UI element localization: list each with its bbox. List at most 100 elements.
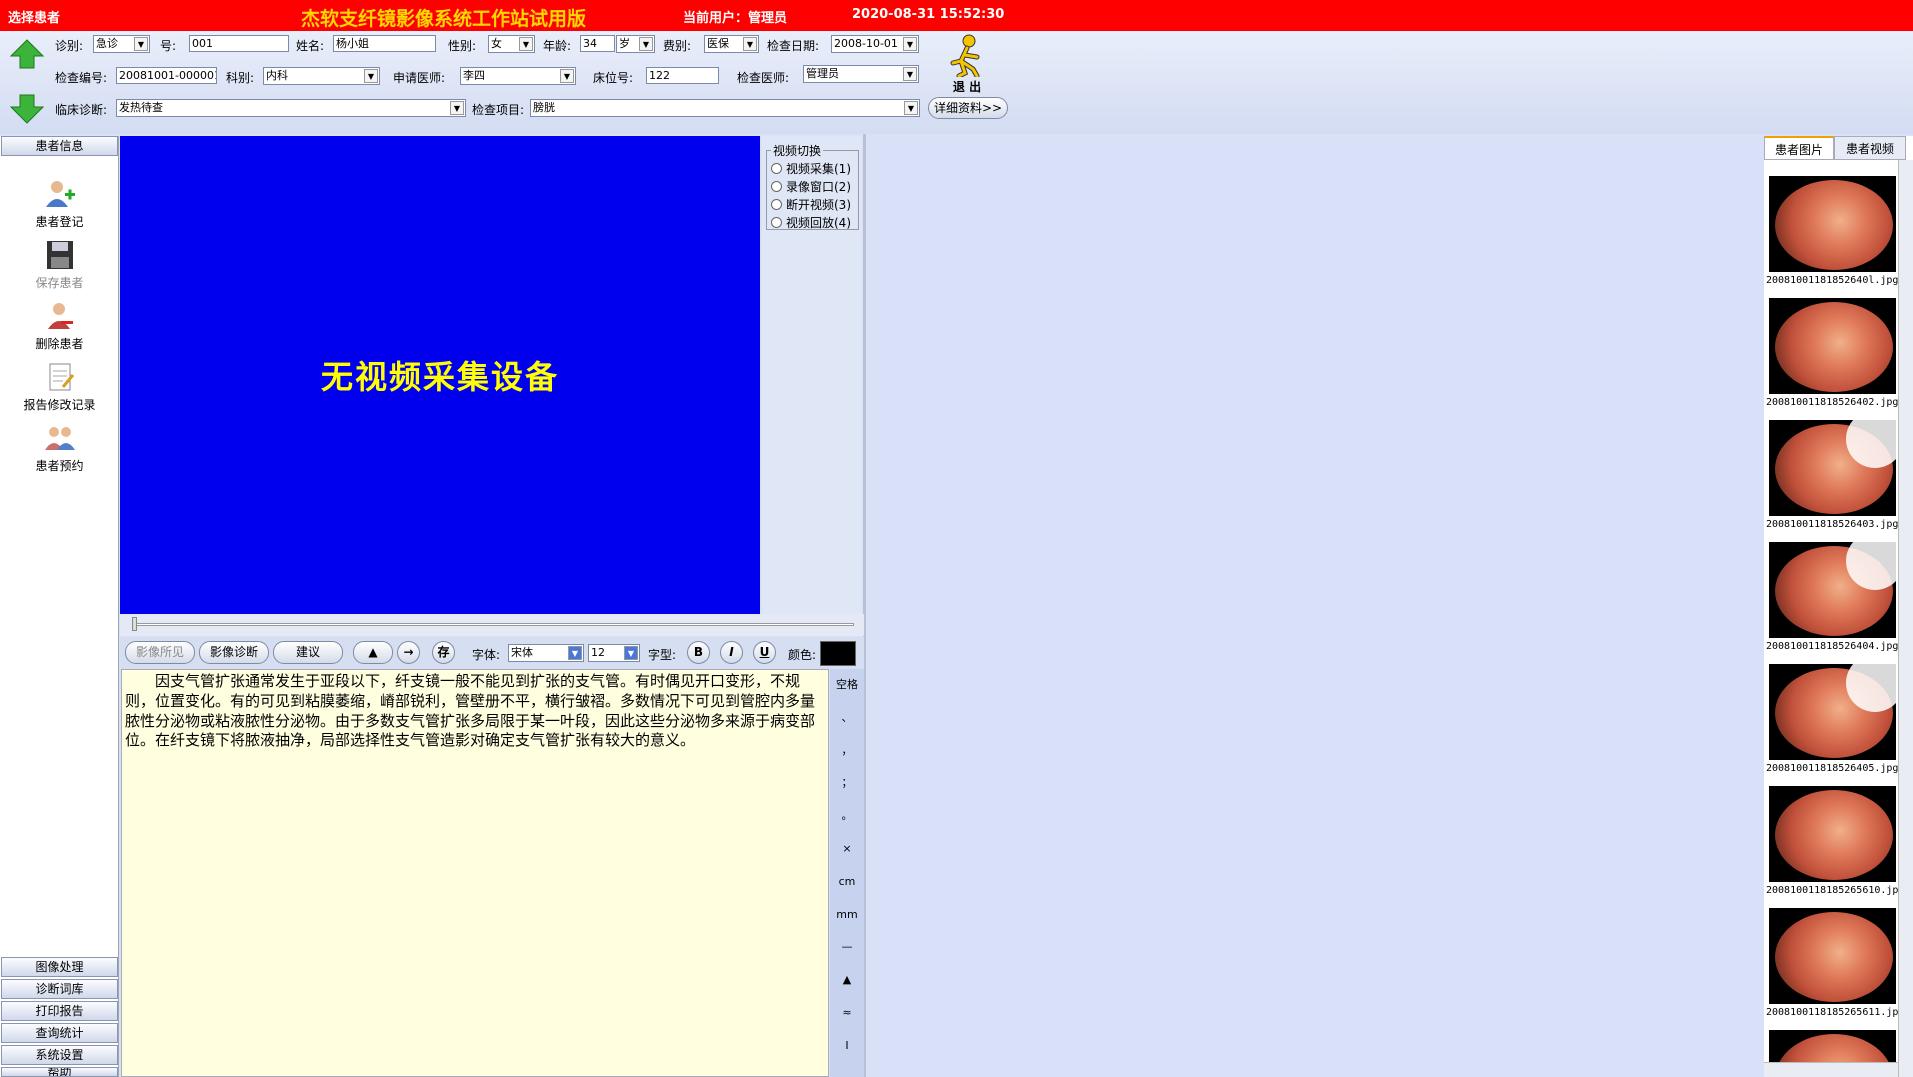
dept-select[interactable]: 内科 ▼ [263,67,380,85]
exam-no-label: 检查编号: [55,71,108,85]
chevron-down-icon: ▼ [134,37,148,51]
thumbnail-filename: 200810011818526402.jpg [1766,397,1899,408]
tab-query-stats[interactable]: 查询统计 [1,1023,118,1043]
gender-select[interactable]: 女 ▼ [488,35,535,53]
video-display: 无视频采集设备 [120,136,760,614]
font-size-select[interactable]: 12 ▼ [588,644,640,662]
endoscope-image [1768,420,1896,516]
symbol-triangle[interactable]: ▲ [830,964,864,997]
tab-print-report[interactable]: 打印报告 [1,1001,118,1021]
image-thumbnail[interactable]: 2008100118185265611.jpg [1766,908,1905,1018]
symbol-period[interactable]: 。 [830,800,864,833]
symbol-times[interactable]: × [830,833,864,866]
datetime: 2020-08-31 15:52:30 [852,7,1005,22]
color-picker[interactable] [820,641,856,666]
symbol-mm[interactable]: mm [830,899,864,932]
fee-select[interactable]: 医保 ▼ [704,35,759,53]
symbol-approx[interactable]: ≈ [830,997,864,1030]
exam-date-select[interactable]: 2008-10-01 ▼ [831,35,919,53]
radio-disconnect-video[interactable]: 断开视频(3) [771,195,854,213]
vertical-scrollbar[interactable] [1898,160,1913,1077]
image-thumbnail[interactable]: 200810011818526403.jpg [1766,420,1898,530]
tab-help[interactable]: 帮助 [1,1067,118,1077]
register-patient-button[interactable]: 患者登记 [0,179,119,230]
visit-type-select[interactable]: 急诊 ▼ [93,35,150,53]
bold-button[interactable]: B [687,641,710,664]
next-button[interactable]: → [397,641,420,664]
down-arrow-icon[interactable] [10,94,44,124]
fee-label: 费别: [663,39,692,53]
save-patient-button[interactable]: 保存患者 [0,240,119,291]
number-field[interactable]: 001 [189,35,289,52]
symbol-dash[interactable]: — [830,931,864,964]
req-doctor-select[interactable]: 李四 ▼ [460,67,576,85]
symbol-pause[interactable]: 、 [830,702,864,735]
age-field[interactable]: 34 [580,35,615,52]
exam-item-label: 检查项目: [472,103,525,117]
exam-item-select[interactable]: 膀胱 ▼ [530,99,920,117]
name-field[interactable]: 杨小姐 [333,35,436,52]
image-thumbnail[interactable]: 200810011818526405.jpg [1766,664,1898,774]
details-button[interactable]: 详细资料>> [928,97,1008,119]
delete-patient-button[interactable]: 删除患者 [0,301,119,352]
tab-patient-info[interactable]: 患者信息 [1,136,118,156]
symbol-cursor[interactable]: I [830,1030,864,1063]
exam-no-field[interactable]: 20081001-000001 [116,67,217,84]
image-thumbnail[interactable]: 2008100118185265610.jpg [1766,786,1904,896]
name-label: 姓名: [296,39,325,53]
report-history-button[interactable]: 报告修改记录 [0,362,119,413]
diagnosis-button[interactable]: 影像诊断 [199,641,269,664]
edit-document-icon [49,363,74,391]
left-nav: 患者信息 患者登记 保存患者 删除患者 报告修改记录 患者预约 图像处理 诊断词… [0,136,119,1077]
radio-record-window[interactable]: 录像窗口(2) [771,177,854,195]
chevron-down-icon: ▼ [743,37,757,51]
font-select[interactable]: 宋体 ▼ [508,644,584,662]
save-text-button[interactable]: 存 [432,641,455,664]
up-triangle-icon: ▲ [368,645,378,659]
suggestion-button[interactable]: 建议 [273,641,343,664]
chevron-down-icon: ▼ [519,37,533,51]
symbol-cm[interactable]: cm [830,866,864,899]
endoscope-image [1768,542,1896,638]
image-thumbnail[interactable]: 20081001181852640l.jpg [1766,176,1898,286]
tab-diagnosis-library[interactable]: 诊断词库 [1,979,118,999]
exam-doctor-select[interactable]: 管理员 ▼ [803,65,919,83]
add-user-icon [45,181,75,207]
italic-button[interactable]: I [720,641,743,664]
horizontal-scrollbar[interactable] [1764,1062,1898,1077]
age-label: 年龄: [543,39,572,53]
font-label: 字体: [472,648,501,662]
findings-button[interactable]: 影像所见 [125,641,195,664]
radio-video-capture[interactable]: 视频采集(1) [771,159,854,177]
number-label: 号: [160,39,177,53]
chevron-down-icon: ▼ [903,37,917,51]
exit-button[interactable]: 退 出 [939,33,995,94]
tab-system-settings[interactable]: 系统设置 [1,1045,118,1065]
select-patient-label[interactable]: 选择患者 [8,7,60,26]
age-unit-select[interactable]: 岁 ▼ [616,35,655,53]
tab-image-processing[interactable]: 图像处理 [1,957,118,977]
tab-patient-video[interactable]: 患者视频 [1834,136,1906,160]
patient-booking-button[interactable]: 患者预约 [0,423,119,474]
thumbnail-filename: 2008100118185265611.jpg [1766,1007,1905,1018]
underline-button[interactable]: U [753,641,776,664]
radio-video-playback[interactable]: 视频回放(4) [771,213,854,231]
symbol-comma[interactable]: ， [830,735,864,768]
symbol-space[interactable]: 空格 [830,669,864,702]
image-thumbnail[interactable]: 200810011818526402.jpg [1766,298,1898,408]
visit-type-label: 诊别: [55,39,84,53]
chevron-down-icon: ▼ [903,67,917,81]
image-thumbnail[interactable]: 200810011818526404.jpg [1766,542,1898,652]
right-panel: 患者图片 患者视频 20081001181852640l.jpg 20081001… [1764,136,1913,1077]
move-up-button[interactable]: ▲ [353,641,393,664]
up-arrow-icon[interactable] [10,39,44,69]
report-editor[interactable]: 因支气管扩张通常发生于亚段以下，纤支镜一般不能见到扩张的支气管。有时偶见开口变形… [121,669,829,1077]
slider-thumb[interactable] [132,617,137,631]
diagnosis-select[interactable]: 发热待查 ▼ [116,99,466,117]
title-bar: 选择患者 杰软支纤镜影像系统工作站试用版 当前用户：管理员 2020-08-31… [0,0,1913,31]
tab-patient-images[interactable]: 患者图片 [1764,136,1834,160]
symbol-semicolon[interactable]: ； [830,767,864,800]
bed-field[interactable]: 122 [646,67,719,84]
endoscope-image [1768,786,1896,882]
video-slider[interactable] [120,614,864,636]
